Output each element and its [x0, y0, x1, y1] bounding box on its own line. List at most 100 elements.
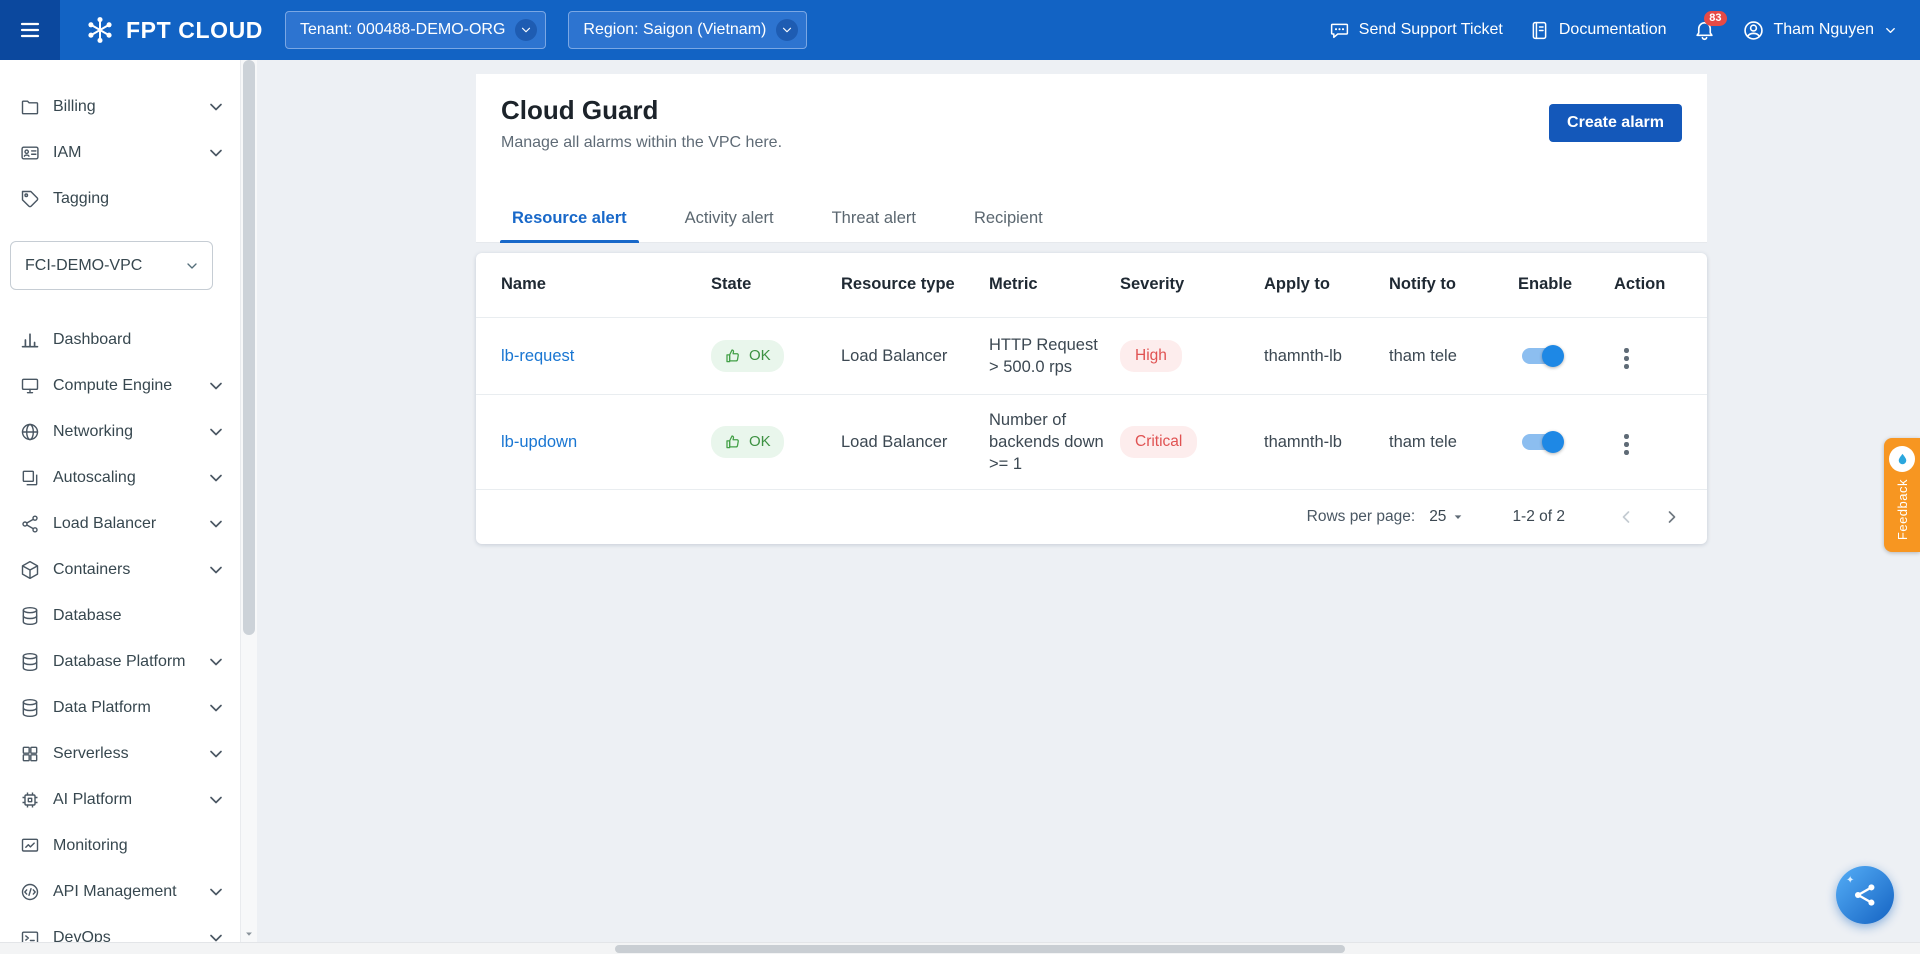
sidebar-item-label: Dashboard	[53, 331, 226, 349]
user-name: Tham Nguyen	[1774, 21, 1875, 39]
next-page-button[interactable]	[1657, 502, 1687, 532]
thumbs-up-icon	[724, 433, 742, 451]
page-header-card: Cloud Guard Manage all alarms within the…	[476, 74, 1707, 243]
brand-logo[interactable]: FPT CLOUD	[84, 14, 263, 46]
sidebar-item-containers[interactable]: Containers	[0, 547, 240, 593]
create-alarm-button[interactable]: Create alarm	[1549, 104, 1682, 142]
sidebar-scrollbar-thumb[interactable]	[243, 60, 255, 635]
topbar-right: Send Support Ticket Documentation 83 Tha…	[1329, 19, 1920, 42]
share-nodes-icon	[1851, 881, 1879, 909]
sidebar-item-autoscaling[interactable]: Autoscaling	[0, 455, 240, 501]
chevron-down-icon	[206, 422, 226, 442]
enable-toggle[interactable]	[1522, 348, 1562, 364]
sidebar-item-label: Data Platform	[53, 699, 206, 717]
tab-recipient[interactable]: Recipient	[962, 194, 1055, 242]
pagination-range: 1-2 of 2	[1512, 508, 1565, 526]
state-label: OK	[749, 431, 771, 453]
chevron-down-icon	[206, 468, 226, 488]
alarms-table: Name State Resource type Metric Severity…	[476, 253, 1707, 489]
compute-engine-icon	[20, 376, 40, 396]
sidebar-item-label: Containers	[53, 561, 206, 579]
tab-threat-alert[interactable]: Threat alert	[820, 194, 928, 242]
sidebar-nav: Billing IAM Tagging FCI-DEMO-VPC Dashboa…	[0, 60, 257, 954]
sidebar-item-serverless[interactable]: Serverless	[0, 731, 240, 777]
sidebar-item-compute-engine[interactable]: Compute Engine	[0, 363, 240, 409]
sidebar-item-tagging[interactable]: Tagging	[0, 176, 240, 222]
alarm-name-link[interactable]: lb-request	[501, 347, 574, 365]
region-caret	[776, 19, 798, 41]
chevron-down-icon	[206, 514, 226, 534]
feedback-tab[interactable]: Feedback	[1884, 438, 1920, 552]
fpt-cloud-logo-icon	[84, 14, 116, 46]
sidebar: Billing IAM Tagging FCI-DEMO-VPC Dashboa…	[0, 60, 257, 954]
tab-resource-alert[interactable]: Resource alert	[500, 194, 639, 242]
sidebar-item-iam[interactable]: IAM	[0, 130, 240, 176]
scrollbar-down-arrow-icon[interactable]	[242, 927, 256, 941]
sidebar-item-label: API Management	[53, 883, 206, 901]
column-header-apply-to: Apply to	[1264, 253, 1389, 317]
assistant-fab-button[interactable]: ✦	[1836, 866, 1894, 924]
main-content: Cloud Guard Manage all alarms within the…	[257, 60, 1920, 954]
chevron-down-icon	[206, 698, 226, 718]
resource-type-cell: Load Balancer	[841, 394, 989, 489]
chevron-down-icon	[206, 882, 226, 902]
documentation-button[interactable]: Documentation	[1529, 20, 1667, 41]
tag-icon	[20, 189, 40, 209]
horizontal-scrollbar[interactable]	[0, 942, 1920, 954]
sidebar-item-ai-platform[interactable]: AI Platform	[0, 777, 240, 823]
hamburger-menu-button[interactable]	[0, 0, 60, 60]
user-menu[interactable]: Tham Nguyen	[1742, 19, 1899, 42]
documentation-label: Documentation	[1559, 21, 1667, 39]
data-platform-icon	[20, 698, 40, 718]
notifications-button[interactable]: 83	[1693, 19, 1716, 42]
sidebar-item-monitoring[interactable]: Monitoring	[0, 823, 240, 869]
sidebar-item-billing[interactable]: Billing	[0, 84, 240, 130]
containers-icon	[20, 560, 40, 580]
horizontal-scrollbar-thumb[interactable]	[615, 945, 1345, 953]
state-badge: OK	[711, 340, 784, 372]
metric-cell: Number of backends down >= 1	[989, 394, 1120, 489]
iam-icon	[20, 143, 40, 163]
vpc-selector[interactable]: FCI-DEMO-VPC	[10, 241, 213, 290]
state-badge: OK	[711, 426, 784, 458]
networking-icon	[20, 422, 40, 442]
column-header-state: State	[711, 253, 841, 317]
sidebar-item-label: Database	[53, 607, 226, 625]
chevron-down-icon	[206, 790, 226, 810]
sidebar-item-networking[interactable]: Networking	[0, 409, 240, 455]
alarm-name-link[interactable]: lb-updown	[501, 433, 577, 451]
sparkle-icon: ✦	[1846, 875, 1854, 886]
support-chat-icon	[1329, 20, 1350, 41]
sidebar-item-api-management[interactable]: API Management	[0, 869, 240, 915]
tenant-selector[interactable]: Tenant: 000488-DEMO-ORG	[285, 11, 546, 49]
sidebar-item-label: IAM	[53, 144, 206, 162]
sidebar-item-label: Tagging	[53, 190, 226, 208]
column-header-metric: Metric	[989, 253, 1120, 317]
table-row: lb-updown OK Load Balancer Number of bac…	[476, 394, 1707, 489]
send-support-ticket-button[interactable]: Send Support Ticket	[1329, 20, 1503, 41]
brand-name: FPT CLOUD	[126, 17, 263, 44]
region-selector[interactable]: Region: Saigon (Vietnam)	[568, 11, 807, 49]
apply-to-cell: thamnth-lb	[1264, 317, 1389, 394]
sidebar-item-data-platform[interactable]: Data Platform	[0, 685, 240, 731]
severity-badge: Critical	[1120, 426, 1197, 458]
alert-tabs: Resource alert Activity alert Threat ale…	[476, 194, 1707, 243]
chevron-down-icon	[206, 376, 226, 396]
rows-per-page-select[interactable]: 25	[1429, 508, 1466, 526]
sidebar-item-label: Serverless	[53, 745, 206, 763]
sidebar-item-database[interactable]: Database	[0, 593, 240, 639]
sidebar-item-load-balancer[interactable]: Load Balancer	[0, 501, 240, 547]
chevron-down-icon	[1883, 23, 1898, 38]
row-actions-menu-button[interactable]	[1614, 428, 1639, 461]
sidebar-item-database-platform[interactable]: Database Platform	[0, 639, 240, 685]
enable-toggle[interactable]	[1522, 434, 1562, 450]
table-pagination: Rows per page: 25 1-2 of 2	[476, 489, 1707, 544]
menu-icon	[18, 18, 42, 42]
sidebar-item-dashboard[interactable]: Dashboard	[0, 317, 240, 363]
support-label: Send Support Ticket	[1359, 21, 1503, 39]
tab-activity-alert[interactable]: Activity alert	[673, 194, 786, 242]
previous-page-button[interactable]	[1611, 502, 1641, 532]
row-actions-menu-button[interactable]	[1614, 342, 1639, 375]
sidebar-scrollbar[interactable]	[240, 60, 257, 942]
chevron-down-icon	[780, 23, 794, 37]
